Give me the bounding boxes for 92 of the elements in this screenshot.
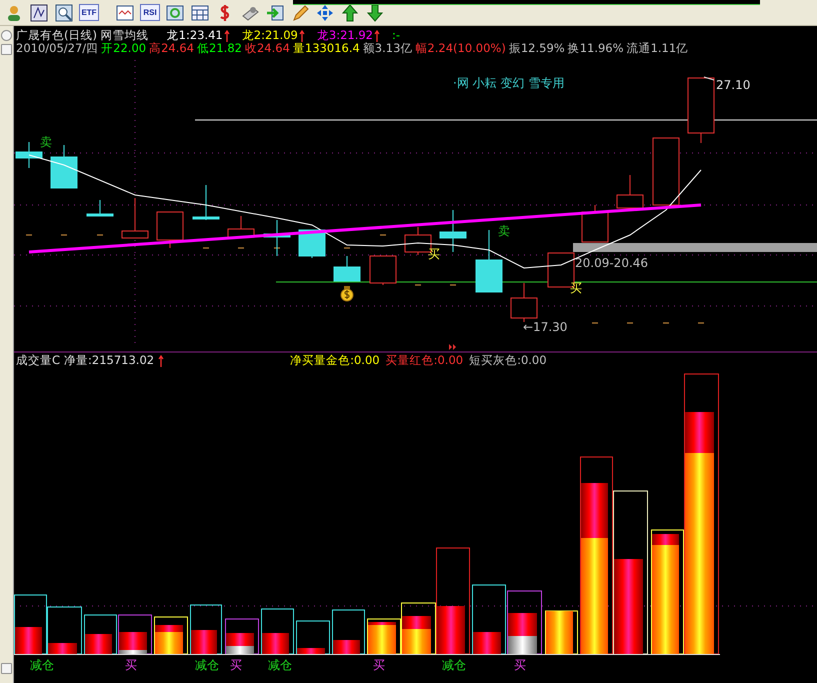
volume-bar	[14, 594, 47, 654]
indicator-value: 龙3:21.92	[316, 29, 374, 42]
quote-value: 2010/05/27/四	[16, 42, 98, 55]
quote-value: 额3.13亿	[362, 42, 412, 55]
buy-marker: 买	[230, 658, 242, 672]
chart-title: 广晟有色(日线) 网雪均线	[16, 29, 149, 42]
quote-value: 量133016.4	[292, 42, 360, 55]
formula-icon	[30, 4, 48, 22]
quote-value: 振12.59%	[508, 42, 565, 55]
table-icon	[191, 4, 209, 22]
indicator-value: :-	[392, 29, 400, 42]
money-bag-icon	[340, 286, 354, 302]
sell-signal: 卖	[40, 135, 52, 149]
toolbar-button[interactable]	[365, 2, 385, 22]
toolbar-button[interactable]	[265, 2, 285, 22]
reduce-position-marker: 减仓	[195, 658, 219, 672]
volume-title: 成交量C	[16, 354, 60, 367]
quote-value: 开22.00	[101, 42, 146, 55]
quote-value: 幅2.24(10.00%)	[415, 42, 506, 55]
candlestick	[264, 220, 290, 256]
candlestick	[440, 210, 466, 252]
toolbar-button[interactable]	[290, 2, 310, 22]
toolbar-button[interactable]	[54, 2, 74, 22]
chart-caption: ·网 小耘 变幻 雪专用	[453, 76, 564, 90]
volume-bar	[84, 614, 117, 654]
candlestick	[50, 144, 78, 188]
candlestick	[652, 138, 680, 206]
toolbar-button[interactable]	[165, 2, 185, 22]
volume-bar	[261, 608, 294, 654]
candlestick	[616, 174, 644, 208]
toolbar-button[interactable]	[315, 2, 335, 22]
volume-bar	[225, 618, 259, 654]
scroll-up-button[interactable]	[1, 44, 12, 55]
volume-bar	[332, 610, 365, 654]
buy-marker: 买	[125, 658, 137, 672]
exit-icon	[266, 4, 284, 22]
volume-bar	[507, 590, 542, 654]
candlestick	[582, 204, 608, 242]
candlestick	[370, 256, 396, 286]
reduce-position-marker: 减仓	[30, 658, 54, 672]
indicator-value: 龙1:23.41	[166, 29, 223, 42]
candlestick	[688, 78, 714, 144]
volume-bar	[118, 614, 152, 654]
quote-value: 高24.64	[149, 42, 194, 55]
toolbar-button[interactable]: ETF	[79, 4, 99, 21]
candlestick	[122, 198, 148, 238]
candlestick	[86, 200, 114, 216]
candlestick	[334, 256, 360, 282]
user-icon	[5, 4, 23, 22]
high-price-label: 27.10	[716, 78, 750, 92]
refresh-icon	[166, 4, 184, 22]
low-price-label: ←17.30	[523, 320, 568, 334]
down-arrow-icon	[366, 4, 384, 22]
toolbar-button[interactable]	[115, 2, 135, 22]
toolbar-button[interactable]: RSI	[140, 4, 160, 21]
candlestick	[510, 282, 538, 322]
search-icon	[55, 4, 73, 22]
candlestick	[192, 184, 220, 220]
quote-value: 收24.64	[244, 42, 290, 55]
volume-bar	[47, 606, 82, 654]
reduce-position-marker: 减仓	[268, 658, 292, 672]
legend-value: 买量红色:0.00	[386, 354, 464, 367]
toolbar-button[interactable]	[340, 2, 360, 22]
scroll-marker-icon	[449, 344, 456, 350]
quote-value: 换11.96%	[568, 42, 624, 55]
reduce-position-marker: 减仓	[442, 658, 466, 672]
volume-bar	[154, 616, 188, 654]
toolbar-button[interactable]	[190, 2, 210, 22]
candlestick	[156, 212, 184, 248]
volume-bar	[472, 584, 506, 654]
candlestick	[228, 216, 254, 238]
quote-value: 流通1.11亿	[626, 42, 688, 55]
sell-signal: 卖	[498, 224, 510, 238]
line-chart-icon	[116, 4, 134, 22]
legend-value: 净买量金色:0.00	[290, 354, 380, 367]
quote-value: 低21.82	[197, 42, 242, 55]
volume-bar	[545, 610, 578, 654]
buy-marker: 买	[373, 658, 385, 672]
close-button[interactable]	[1, 30, 12, 41]
net-volume: 净量:215713.02	[64, 354, 154, 367]
buy-marker: 买	[514, 658, 526, 672]
indicator-value: 龙2:21.09	[242, 29, 298, 42]
scroll-thumb[interactable]	[1, 663, 12, 674]
volume-bar	[296, 620, 330, 654]
move-icon	[316, 4, 334, 22]
up-arrow-icon	[341, 4, 359, 22]
legend-value: 短买灰色:0.00	[469, 354, 547, 367]
buy-signal: 买	[428, 247, 440, 261]
buy-signal: 买	[570, 281, 582, 295]
range-label: 20.09-20.46	[575, 256, 648, 270]
volume-bar	[190, 604, 222, 654]
toolbar-button[interactable]	[29, 2, 49, 22]
